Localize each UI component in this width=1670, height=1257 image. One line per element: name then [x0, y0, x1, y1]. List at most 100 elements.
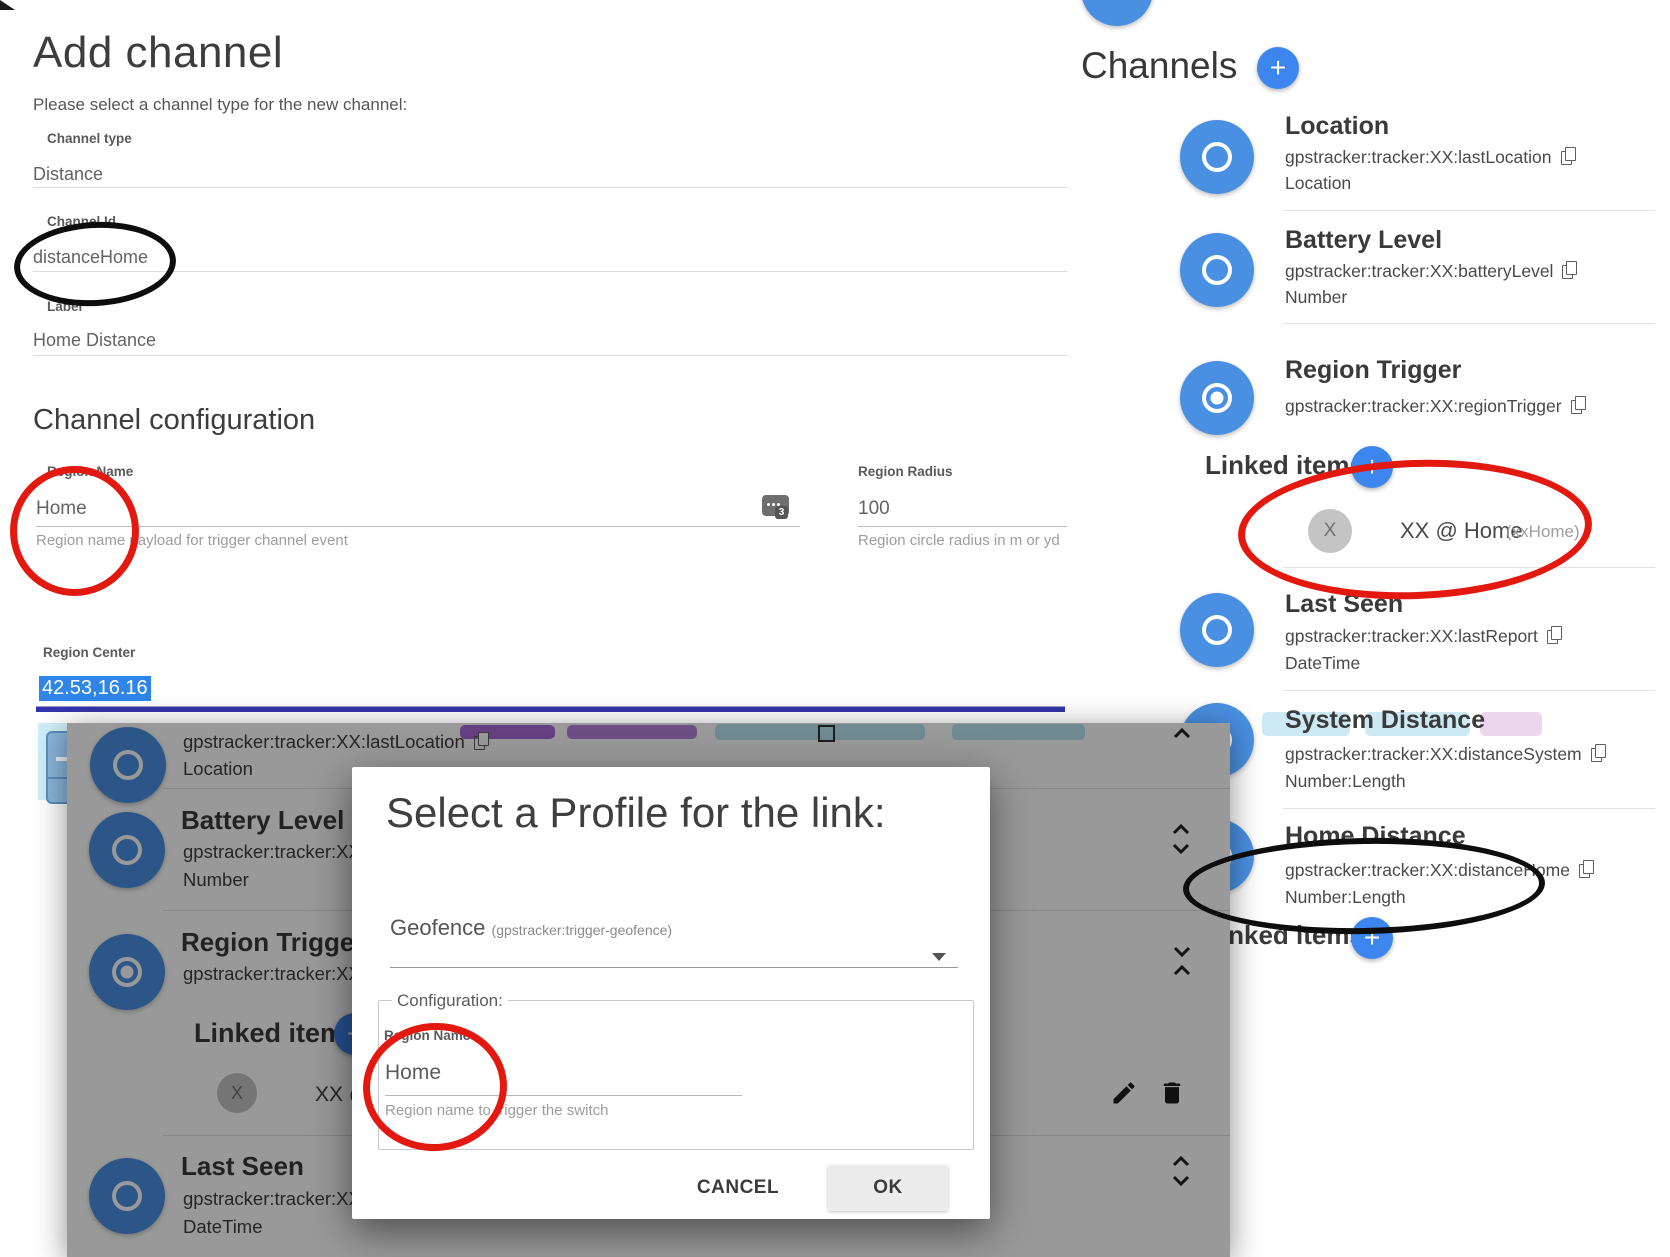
dropdown-caret-icon[interactable]: [932, 953, 946, 961]
add-linked-item-button[interactable]: +: [1351, 446, 1393, 488]
divider: [1283, 323, 1655, 324]
config-heading: Channel configuration: [33, 404, 315, 437]
channel-item-type: Number: [1285, 287, 1347, 308]
channel-name: Last Seen: [181, 1151, 304, 1182]
profile-select-underline: [390, 967, 958, 968]
profile-select[interactable]: Geofence (gpstracker:trigger-geofence): [390, 915, 672, 941]
region-center-focus-underline: [36, 706, 1065, 712]
channel-uid: gpstracker:tracker:XX:distanceHome: [1285, 860, 1594, 881]
channel-name: Location: [1285, 112, 1389, 141]
unfold-more-icon[interactable]: [1171, 725, 1193, 739]
ok-button[interactable]: OK: [828, 1165, 948, 1211]
copy-icon[interactable]: [1571, 396, 1586, 414]
battery-channel-icon: [89, 812, 165, 888]
copy-icon[interactable]: [1591, 744, 1606, 762]
channel-uid: gpstracker:tracker:XX:lastReport: [1285, 626, 1562, 647]
linked-item-avatar: X: [217, 1073, 257, 1113]
region-radius-helper: Region circle radius in m or yd: [858, 532, 1060, 549]
region-name-input[interactable]: Home: [36, 498, 87, 520]
copy-icon[interactable]: [1579, 860, 1594, 878]
channel-item-type: DateTime: [183, 1216, 263, 1238]
screen: Add channel Please select a channel type…: [0, 0, 1670, 1257]
configuration-fieldset: Configuration: Region Name Home Region n…: [378, 1000, 974, 1150]
location-channel-icon: [1180, 120, 1254, 194]
channel-item-type: DateTime: [1285, 653, 1360, 674]
channel-name: Last Seen: [1285, 590, 1403, 619]
artifact-selection-blob: [567, 725, 697, 739]
location-channel-icon: [90, 727, 166, 803]
channel-type-input[interactable]: Distance: [33, 164, 103, 185]
channel-type-label: Channel type: [47, 131, 132, 146]
channel-name: System Distance: [1285, 706, 1485, 735]
modal-region-name-helper: Region name to trigger the switch: [385, 1102, 608, 1119]
channel-uid: gpstracker:tracker:XX:lastLocation: [183, 731, 489, 753]
region-radius-input[interactable]: 100: [858, 498, 890, 520]
channel-item-type: Location: [1285, 173, 1351, 194]
cursor-artifact: [0, 0, 16, 12]
unfold-less-icon[interactable]: [1170, 943, 1194, 979]
channel-item-type: Number:Length: [1285, 771, 1406, 792]
autofill-badge: 3: [775, 506, 788, 519]
channel-name: Battery Level: [1285, 226, 1442, 255]
annotation-red-ellipse-region-name: [10, 466, 139, 596]
channel-item-type: Location: [183, 758, 253, 780]
channel-id-label: Channel Id: [47, 214, 116, 229]
region-name-helper: Region name payload for trigger channel …: [36, 532, 348, 549]
battery-channel-icon: [1180, 233, 1254, 307]
channel-uid: gpstracker:tracker:XX:lastLocation: [1285, 147, 1576, 168]
channel-item-type: Number:Length: [1285, 887, 1406, 908]
channel-icon-partial: [1081, 0, 1153, 26]
channel-id-underline: [33, 271, 1067, 272]
artifact-selection-blob: [952, 724, 1085, 740]
channel-uid: gpstracker:tracker:XX:batteryLevel: [1285, 261, 1577, 282]
copy-icon[interactable]: [1547, 626, 1562, 644]
region-name-label: Region Name: [47, 464, 133, 479]
channels-heading: Channels: [1081, 45, 1237, 87]
channel-name: Battery Level: [181, 805, 344, 836]
artifact-square: [818, 725, 835, 742]
channel-item-type: Number: [183, 869, 249, 891]
copy-icon[interactable]: [1562, 261, 1577, 279]
label-field-input[interactable]: Home Distance: [33, 330, 156, 351]
divider: [1283, 808, 1655, 809]
artifact-selection-blob: [1480, 712, 1542, 736]
last-seen-channel-icon: [89, 1158, 165, 1234]
channel-id-input[interactable]: distanceHome: [33, 247, 148, 268]
copy-icon[interactable]: [474, 732, 489, 750]
divider: [1283, 567, 1655, 568]
edit-icon[interactable]: [1110, 1079, 1138, 1107]
linked-item-label[interactable]: XX @ Home: [1400, 518, 1523, 544]
divider: [1283, 210, 1655, 211]
autofill-extension-icon[interactable]: 3: [762, 495, 789, 516]
channel-name: Home Distance: [1285, 822, 1466, 851]
unfold-more-icon[interactable]: [1169, 821, 1193, 857]
modal-region-name-label: Region Name: [384, 1028, 470, 1043]
page-title: Add channel: [33, 28, 283, 78]
cancel-button[interactable]: CANCEL: [690, 1165, 786, 1211]
delete-icon[interactable]: [1158, 1079, 1186, 1107]
profile-uid: (gpstracker:trigger-geofence): [492, 922, 673, 938]
modal-region-name-underline: [385, 1095, 742, 1096]
profile-select-modal: Select a Profile for the link: Geofence …: [352, 767, 990, 1219]
linked-item-avatar: X: [1308, 509, 1352, 553]
channel-uid: gpstracker:tracker:XX:regionTrigger: [1285, 396, 1586, 417]
region-center-input[interactable]: 42.53,16.16: [39, 676, 151, 701]
region-center-label: Region Center: [43, 645, 135, 660]
add-linked-item-button[interactable]: +: [1351, 917, 1393, 959]
region-trigger-channel-icon: [89, 934, 165, 1010]
region-radius-underline: [858, 526, 1067, 527]
unfold-more-icon[interactable]: [1169, 1153, 1193, 1189]
linked-item-sub: (xxHome): [1506, 522, 1580, 542]
add-channel-button[interactable]: +: [1257, 47, 1299, 89]
channel-uid: gpstracker:tracker:XX:distanceSystem: [1285, 744, 1606, 765]
modal-title: Select a Profile for the link:: [386, 789, 886, 837]
last-seen-channel-icon: [1180, 593, 1254, 667]
channel-type-underline: [33, 187, 1067, 188]
label-field-underline: [33, 355, 1067, 356]
copy-icon[interactable]: [1561, 147, 1576, 165]
divider: [1283, 690, 1655, 691]
region-radius-label: Region Radius: [858, 464, 953, 479]
modal-region-name-input[interactable]: Home: [385, 1061, 441, 1085]
region-trigger-channel-icon: [1180, 361, 1254, 435]
region-name-underline: [36, 526, 800, 527]
